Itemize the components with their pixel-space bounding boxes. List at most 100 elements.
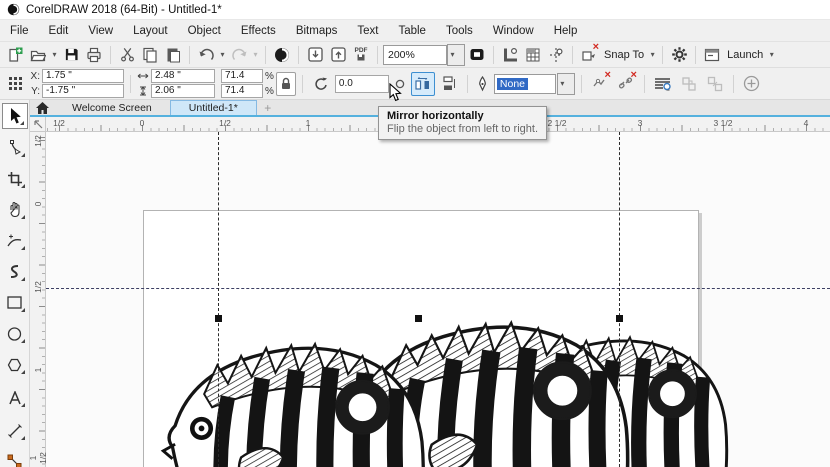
clear-transformations-button[interactable] xyxy=(588,72,612,96)
show-guidelines-button[interactable] xyxy=(545,44,567,66)
quick-customize-plus-button[interactable] xyxy=(740,72,764,96)
menu-item-object[interactable]: Object xyxy=(178,20,231,42)
mirror-vertical-button[interactable] xyxy=(437,72,461,96)
y-position-label: Y: xyxy=(28,86,40,97)
tab-welcome-screen[interactable]: Welcome Screen xyxy=(54,100,170,115)
selection-handle-top-right[interactable] xyxy=(616,315,623,322)
object-position-icon xyxy=(4,73,26,95)
coreldraw-window: CorelDRAW 2018 (64-Bit) - Untitled-1* Fi… xyxy=(0,0,830,467)
show-rulers-button[interactable] xyxy=(499,44,521,66)
property-bar: X: 1.75 " Y: -1.75 " 2.48 " 2.06 " 71.4 … xyxy=(0,68,830,100)
title-bar: CorelDRAW 2018 (64-Bit) - Untitled-1* xyxy=(0,0,830,20)
undo-dropdown[interactable] xyxy=(218,50,227,59)
menu-item-effects[interactable]: Effects xyxy=(231,20,286,42)
launch-dropdown[interactable] xyxy=(767,50,776,59)
object-height-field[interactable]: 2.06 " xyxy=(151,84,215,98)
tool-text[interactable] xyxy=(2,385,28,410)
undo-button[interactable] xyxy=(195,44,217,66)
ungroup-button[interactable] xyxy=(703,72,727,96)
fish-illustration[interactable] xyxy=(46,132,830,467)
selection-handle-top-left[interactable] xyxy=(215,315,222,322)
save-button[interactable] xyxy=(60,44,82,66)
paste-button[interactable] xyxy=(162,44,184,66)
export-button[interactable] xyxy=(327,44,349,66)
tool-ellipse[interactable] xyxy=(2,321,28,346)
wrap-text-button[interactable] xyxy=(651,72,675,96)
mirror-horizontal-button[interactable] xyxy=(411,72,435,96)
snap-off-button[interactable] xyxy=(578,44,600,66)
search-content-button[interactable] xyxy=(271,44,293,66)
show-grid-button[interactable] xyxy=(522,44,544,66)
menu-item-table[interactable]: Table xyxy=(388,20,436,42)
cut-button[interactable] xyxy=(116,44,138,66)
home-button[interactable] xyxy=(30,100,54,115)
vertical-ruler[interactable]: 1/2 0 1/2 1 1 1/2 xyxy=(30,132,46,467)
menu-item-file[interactable]: File xyxy=(0,20,39,42)
tool-crop[interactable] xyxy=(2,166,28,191)
menu-bar: File Edit View Layout Object Effects Bit… xyxy=(0,20,830,42)
tool-parallel-dimension[interactable] xyxy=(2,418,28,443)
menu-item-text[interactable]: Text xyxy=(347,20,388,42)
menu-item-window[interactable]: Window xyxy=(483,20,544,42)
tooltip-title: Mirror horizontally xyxy=(387,110,538,122)
pick-icon xyxy=(8,108,22,124)
print-button[interactable] xyxy=(83,44,105,66)
hruler-label: 2 1/2 xyxy=(548,118,567,128)
redo-button[interactable] xyxy=(228,44,250,66)
y-position-field[interactable]: -1.75 " xyxy=(42,84,124,98)
zoom-level-combobox[interactable]: 200% xyxy=(383,45,447,65)
tool-polygon[interactable] xyxy=(2,352,28,377)
zoom-caret-icon xyxy=(448,50,457,59)
zoom-level-dropdown[interactable] xyxy=(447,44,465,66)
import-button[interactable] xyxy=(304,44,326,66)
new-tab-button[interactable]: + xyxy=(257,100,279,115)
window-title: CorelDRAW 2018 (64-Bit) - Untitled-1* xyxy=(26,4,222,16)
scale-y-field[interactable]: 71.4 xyxy=(221,84,263,98)
menu-item-edit[interactable]: Edit xyxy=(39,20,79,42)
tool-rectangle[interactable] xyxy=(2,290,28,315)
tool-pick[interactable] xyxy=(2,103,28,129)
full-screen-preview-button[interactable] xyxy=(466,44,488,66)
menu-item-layout[interactable]: Layout xyxy=(123,20,178,42)
tool-connector[interactable] xyxy=(2,449,28,467)
outline-width-value[interactable]: None xyxy=(497,78,528,90)
outline-caret-icon xyxy=(558,79,567,88)
options-button[interactable] xyxy=(668,44,690,66)
tool-pan[interactable] xyxy=(2,197,28,222)
snap-to-dropdown[interactable] xyxy=(648,50,657,59)
scale-x-field[interactable]: 71.4 xyxy=(221,69,263,83)
tool-artistic-media[interactable] xyxy=(2,259,28,284)
ruler-origin-control[interactable] xyxy=(30,117,46,132)
launcher-icon[interactable] xyxy=(701,44,723,66)
horizontal-guideline[interactable] xyxy=(46,288,830,289)
redo-dropdown[interactable] xyxy=(251,50,260,59)
scale-y-percent: % xyxy=(265,86,274,97)
tab-untitled-1[interactable]: Untitled-1* xyxy=(170,100,257,115)
tool-shape[interactable] xyxy=(2,135,28,160)
x-position-field[interactable]: 1.75 " xyxy=(42,69,124,83)
unlink-button[interactable] xyxy=(614,72,638,96)
lock-ratio-button[interactable] xyxy=(276,72,296,96)
copy-button[interactable] xyxy=(139,44,161,66)
selection-bound-right xyxy=(619,132,620,467)
toolbox xyxy=(0,100,30,467)
zoom-level-value[interactable]: 200% xyxy=(384,49,432,61)
tool-freehand[interactable] xyxy=(2,228,28,253)
menu-item-help[interactable]: Help xyxy=(544,20,588,42)
menu-item-bitmaps[interactable]: Bitmaps xyxy=(286,20,348,42)
new-document-button[interactable] xyxy=(4,44,26,66)
outline-width-combobox[interactable]: None xyxy=(494,74,556,94)
selection-handle-top-middle[interactable] xyxy=(415,315,422,322)
drawing-canvas[interactable] xyxy=(46,132,830,467)
snap-to-label[interactable]: Snap To xyxy=(601,49,647,61)
group-button[interactable] xyxy=(677,72,701,96)
object-width-field[interactable]: 2.48 " xyxy=(151,69,215,83)
open-dropdown[interactable] xyxy=(50,50,59,59)
outline-width-dropdown[interactable] xyxy=(557,73,575,95)
menu-item-view[interactable]: View xyxy=(78,20,123,42)
rotation-angle-field[interactable]: 0.0 xyxy=(335,75,389,93)
open-button[interactable] xyxy=(27,44,49,66)
launch-label[interactable]: Launch xyxy=(724,49,766,61)
publish-pdf-button[interactable]: PDF xyxy=(350,44,372,66)
menu-item-tools[interactable]: Tools xyxy=(436,20,483,42)
